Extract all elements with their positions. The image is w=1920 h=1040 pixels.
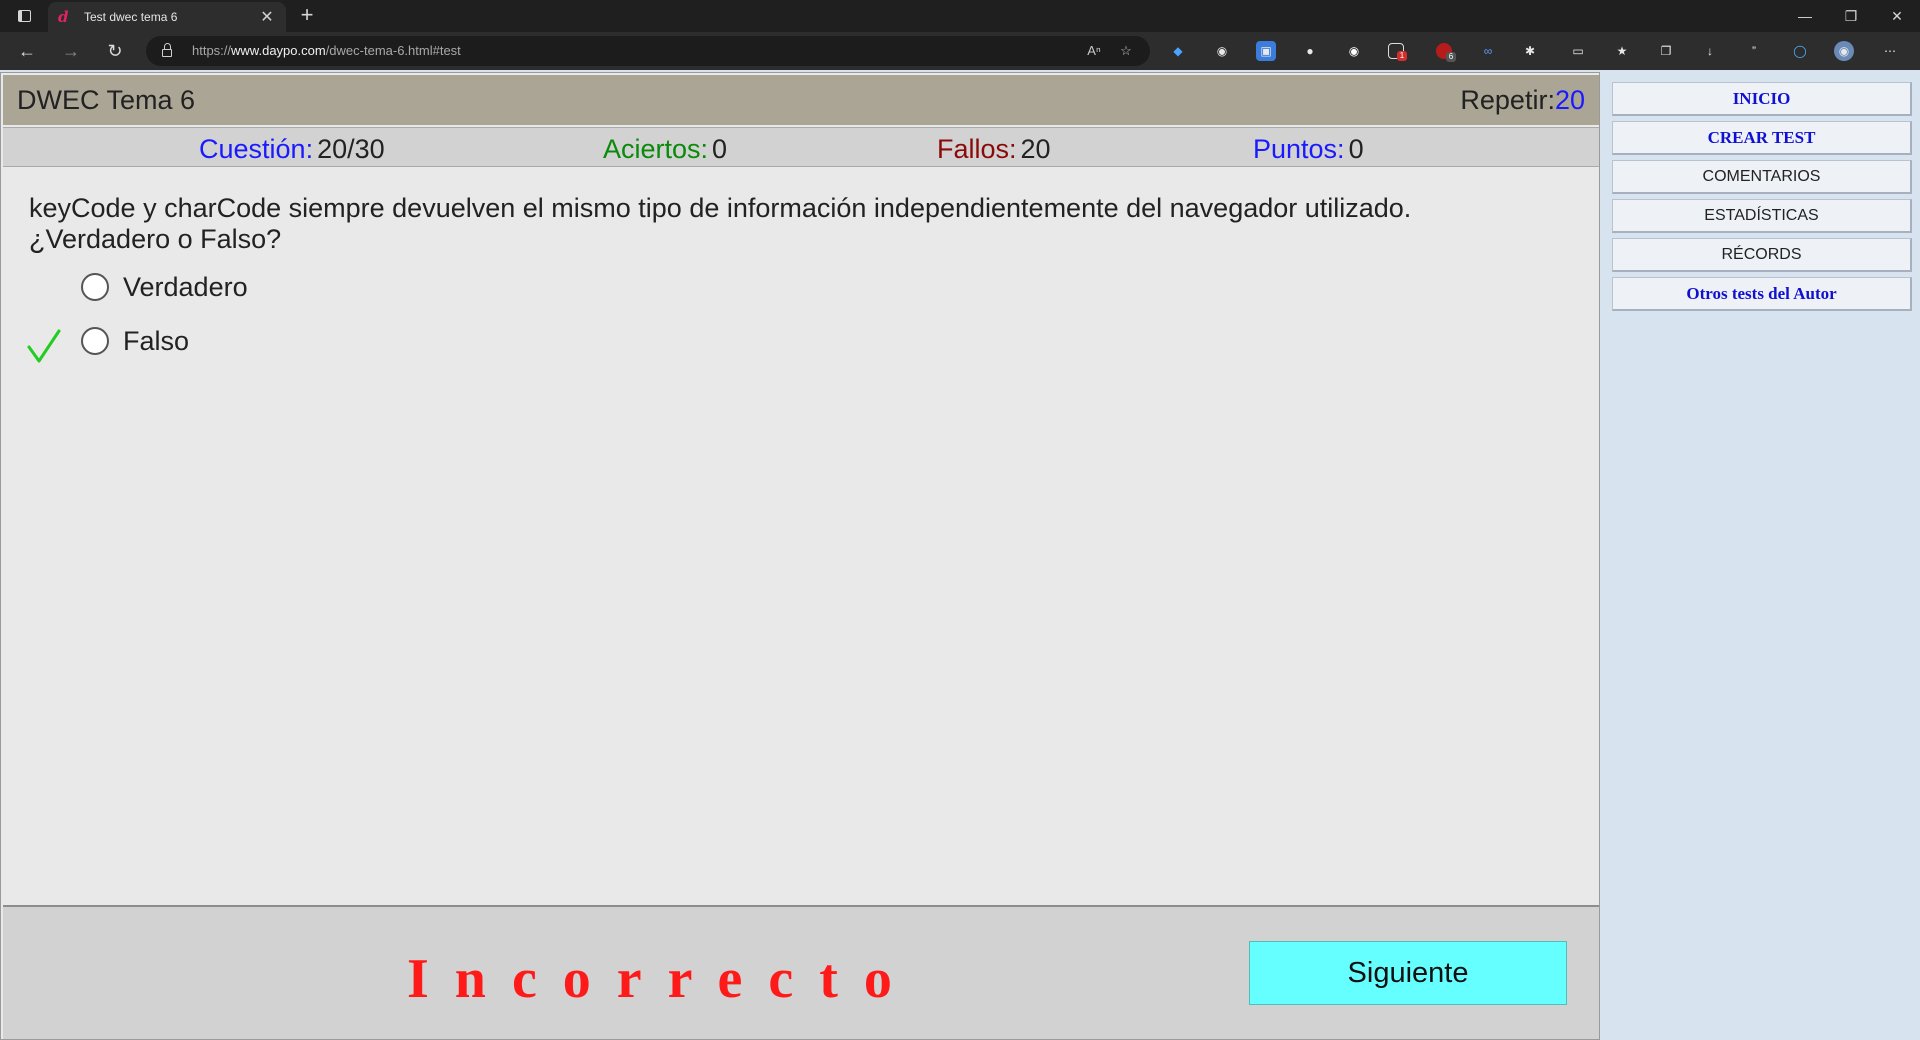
option-falso[interactable]: Falso bbox=[81, 325, 189, 357]
browser-tab[interactable]: d Test dwec tema 6 ✕ bbox=[48, 2, 286, 32]
sidebar-item-inicio[interactable]: INICIO bbox=[1612, 82, 1912, 116]
quiz-title: DWEC Tema 6 bbox=[17, 85, 196, 115]
extension-badge: 1 bbox=[1397, 51, 1407, 61]
profile-avatar[interactable]: ◉ bbox=[1834, 41, 1854, 61]
restore-button[interactable]: ❐ bbox=[1828, 0, 1874, 32]
link-icon[interactable]: ∞ bbox=[1478, 41, 1498, 61]
extension-window-icon[interactable]: 1 bbox=[1388, 43, 1407, 61]
add-favorite-icon[interactable]: ☆ bbox=[1116, 41, 1136, 61]
quiz-panel: DWEC Tema 6 Repetir:20 Cuestión: 20/30 Ac… bbox=[0, 72, 1600, 1040]
read-aloud-icon[interactable]: Aⁿ bbox=[1084, 41, 1104, 61]
cast-icon[interactable]: ▭ bbox=[1568, 41, 1588, 61]
next-button[interactable]: Siguiente bbox=[1249, 941, 1567, 1005]
forward-icon[interactable]: → bbox=[56, 37, 86, 65]
page-viewport: DWEC Tema 6 Repetir:20 Cuestión: 20/30 Ac… bbox=[0, 70, 1920, 1040]
refresh-icon[interactable]: ↻ bbox=[100, 37, 130, 65]
close-window-button[interactable]: ✕ bbox=[1874, 0, 1920, 32]
favorites-icon[interactable]: ★ bbox=[1612, 41, 1632, 61]
extension-ghost-icon[interactable]: ● bbox=[1300, 41, 1320, 61]
extension-camera-icon[interactable]: ◉ bbox=[1212, 41, 1232, 61]
minimize-button[interactable]: — bbox=[1782, 0, 1828, 32]
more-menu-icon[interactable]: ⋯ bbox=[1880, 41, 1900, 61]
sidebar-item-crear-test[interactable]: CREAR TEST bbox=[1612, 121, 1912, 155]
sidebar-item-estadisticas[interactable]: ESTADÍSTICAS bbox=[1612, 199, 1912, 233]
sidebar-menu: INICIO CREAR TEST COMENTARIOS ESTADÍSTIC… bbox=[1612, 82, 1912, 316]
sidebar-item-comentarios[interactable]: COMENTARIOS bbox=[1612, 160, 1912, 194]
result-message: Incorrecto bbox=[407, 948, 918, 1010]
ublock-icon[interactable]: 6 bbox=[1436, 43, 1456, 62]
extension-screenshot-icon[interactable]: ▣ bbox=[1256, 41, 1276, 61]
quiz-footer: Incorrecto Siguiente bbox=[3, 905, 1599, 1039]
back-icon[interactable]: ← bbox=[12, 37, 42, 65]
question-text: keyCode y charCode siempre devuelven el … bbox=[29, 193, 1589, 255]
extensions-icon[interactable]: ✱ bbox=[1520, 41, 1540, 61]
stat-correct-value: 0 bbox=[712, 134, 728, 164]
new-tab-button[interactable]: + bbox=[294, 3, 320, 29]
extension-record-icon[interactable]: ◉ bbox=[1344, 41, 1364, 61]
sidebar-item-otros-tests[interactable]: Otros tests del Autor bbox=[1612, 277, 1912, 311]
question-line: ¿Verdadero o Falso? bbox=[29, 224, 282, 254]
browser-titlebar: d Test dwec tema 6 ✕ + — ❐ ✕ bbox=[0, 0, 1920, 32]
stat-correct-label: Aciertos: bbox=[603, 134, 709, 164]
extension-badge: 6 bbox=[1446, 52, 1456, 62]
tab-title: Test dwec tema 6 bbox=[84, 10, 178, 24]
option-verdadero[interactable]: Verdadero bbox=[81, 271, 248, 303]
stat-wrong: Fallos: 20 bbox=[937, 134, 1051, 165]
stat-question-label: Cuestión: bbox=[199, 134, 314, 164]
radio-button[interactable] bbox=[81, 327, 109, 355]
quiz-header: DWEC Tema 6 Repetir:20 bbox=[3, 75, 1599, 125]
stat-question: Cuestión: 20/30 bbox=[199, 134, 385, 165]
tab-close-icon[interactable]: ✕ bbox=[258, 7, 276, 27]
stat-points: Puntos: 0 bbox=[1253, 134, 1364, 165]
address-bar[interactable]: https://www.daypo.com/dwec-tema-6.html#t… bbox=[146, 36, 1150, 66]
stat-correct: Aciertos: 0 bbox=[603, 134, 727, 165]
stats-bar: Cuestión: 20/30 Aciertos: 0 Fallos: 20 Punt… bbox=[3, 127, 1599, 167]
question-line: keyCode y charCode siempre devuelven el … bbox=[29, 193, 1412, 223]
stat-question-value: 20/30 bbox=[317, 134, 385, 164]
tab-actions-icon[interactable] bbox=[8, 4, 40, 28]
stat-wrong-label: Fallos: bbox=[937, 134, 1017, 164]
browser-toolbar: ← → ↻ https://www.daypo.com/dwec-tema-6.… bbox=[0, 32, 1920, 70]
repeat-value: 20 bbox=[1554, 85, 1585, 115]
lock-icon bbox=[162, 43, 172, 57]
sidebar-item-records[interactable]: RÉCORDS bbox=[1612, 238, 1912, 272]
stat-points-label: Puntos: bbox=[1253, 134, 1345, 164]
collections-icon[interactable]: ❐ bbox=[1656, 41, 1676, 61]
option-label: Falso bbox=[123, 325, 190, 356]
extension-gem-icon[interactable]: ◆ bbox=[1168, 41, 1188, 61]
correct-answer-check-icon bbox=[27, 329, 61, 363]
edge-icon[interactable]: ◯ bbox=[1790, 41, 1810, 61]
downloads-icon[interactable]: ↓ bbox=[1700, 41, 1720, 61]
option-label: Verdadero bbox=[123, 271, 248, 302]
radio-button[interactable] bbox=[81, 273, 109, 301]
repeat-counter: Repetir:20 bbox=[1460, 85, 1585, 115]
url-text[interactable]: https://www.daypo.com/dwec-tema-6.html#t… bbox=[192, 43, 461, 58]
daypo-favicon-icon: d bbox=[58, 8, 69, 26]
stat-points-value: 0 bbox=[1348, 134, 1364, 164]
stat-wrong-value: 20 bbox=[1020, 134, 1051, 164]
quote-icon[interactable]: ” bbox=[1744, 41, 1764, 61]
